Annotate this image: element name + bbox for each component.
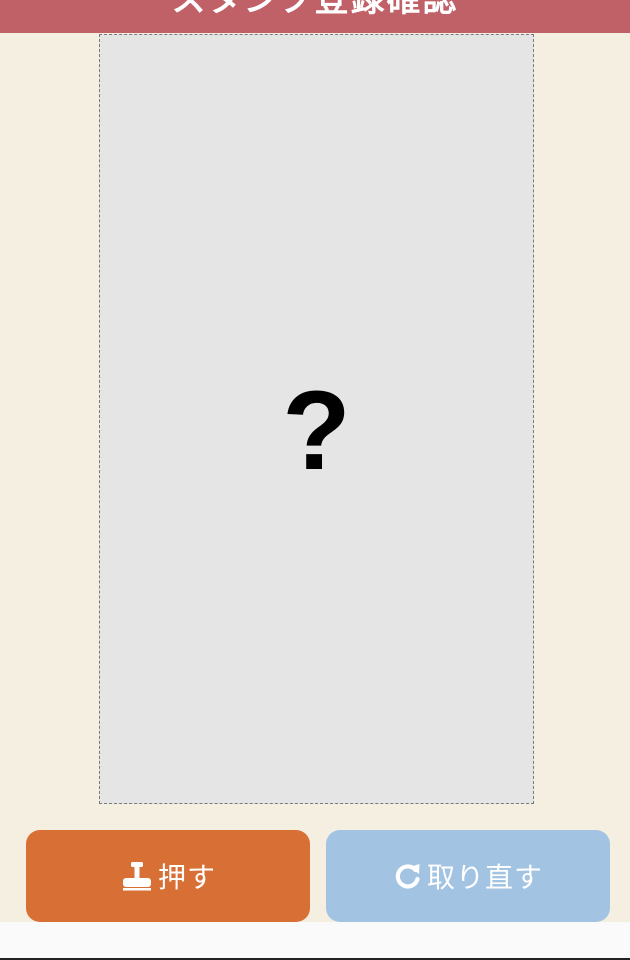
header-bar: スタンプ登録確認 (0, 0, 630, 33)
question-mark-icon: ? (282, 368, 351, 493)
push-button[interactable]: 押す (26, 830, 310, 922)
page-title: スタンプ登録確認 (171, 0, 459, 20)
stamp-icon (120, 861, 154, 891)
refresh-icon (393, 861, 423, 891)
footer-bar (0, 922, 630, 958)
retake-button[interactable]: 取り直す (326, 830, 610, 922)
stamp-preview-area: ? (99, 34, 534, 804)
retake-button-label: 取り直す (426, 861, 543, 894)
push-button-label: 押す (157, 861, 216, 894)
